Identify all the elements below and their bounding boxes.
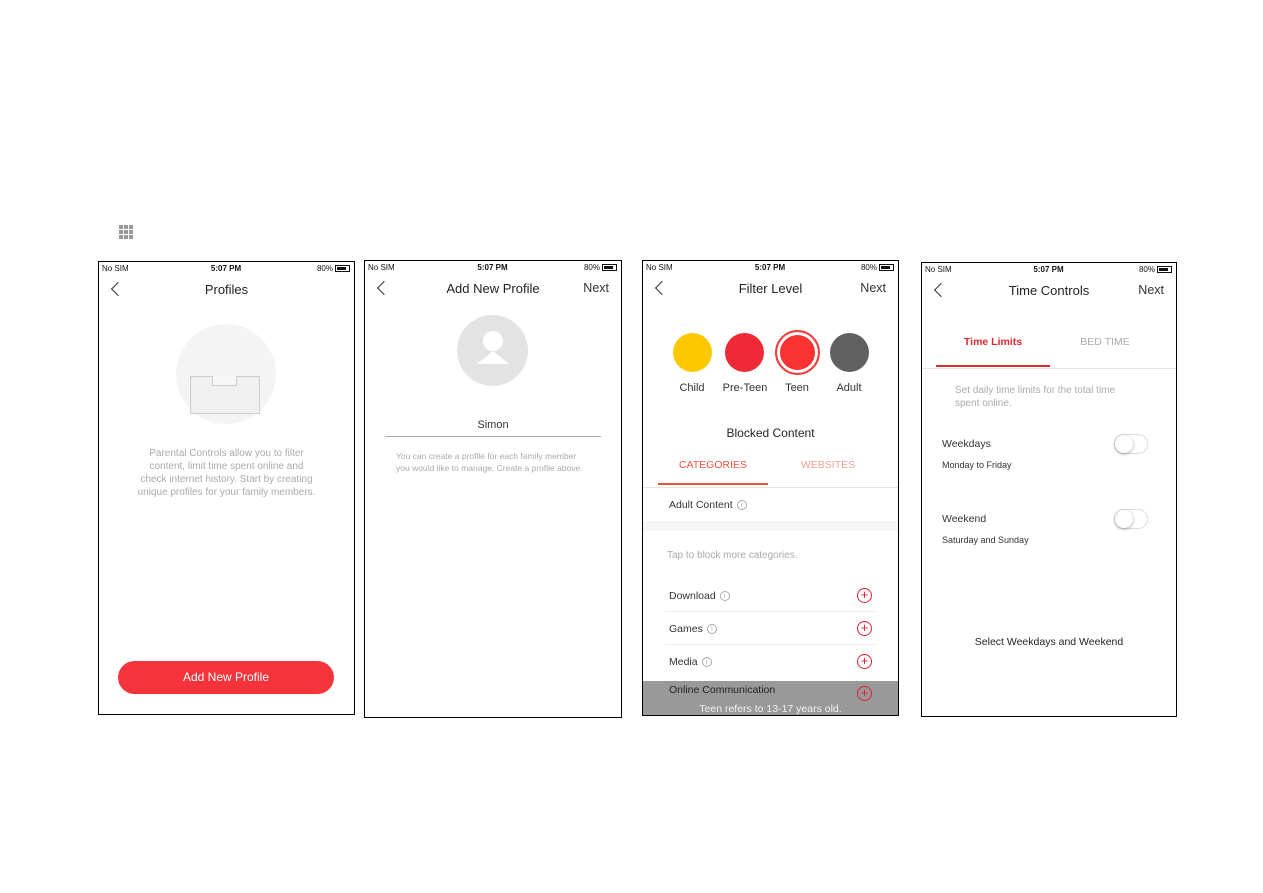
battery-icon [602, 264, 617, 271]
next-button[interactable]: Next [860, 281, 886, 295]
status-bar: No SIM 5:07 PM 80% [646, 263, 894, 273]
tab-websites[interactable]: WEBSITES [773, 459, 883, 471]
hint-text: Tap to block more categories. [667, 550, 798, 561]
weekdays-toggle[interactable] [1114, 434, 1148, 454]
add-online-communication-icon[interactable]: + [857, 686, 872, 701]
avatar[interactable] [457, 315, 528, 386]
add-games-icon[interactable]: + [857, 621, 872, 636]
battery-icon [1157, 266, 1172, 273]
category-games: Games i [669, 623, 717, 635]
level-adult[interactable] [830, 333, 869, 372]
section-title: Blocked Content [726, 426, 815, 440]
empty-inbox-illustration [176, 324, 276, 424]
status-bar: No SIM 5:07 PM 80% [102, 264, 350, 274]
info-icon[interactable]: i [736, 500, 747, 511]
category-download: Download i [669, 590, 730, 602]
description: Set daily time limits for the total time… [955, 385, 1116, 409]
info-icon[interactable]: i [706, 624, 717, 635]
tab-time-limits[interactable]: Time Limits [936, 336, 1050, 367]
add-download-icon[interactable]: + [857, 588, 872, 603]
blocked-adult-content: Adult Content i [669, 499, 747, 511]
add-profile-screen: No SIM 5:07 PM 80% Add New Profile Next Si… [364, 260, 622, 718]
name-input[interactable]: Simon [385, 419, 601, 437]
grid-icon [119, 225, 133, 239]
toast-text: Teen refers to 13-17 years old. [699, 703, 842, 715]
info-icon[interactable]: i [701, 657, 712, 668]
level-pre-teen[interactable] [725, 333, 764, 372]
footer-text: Select Weekdays and Weekend [974, 636, 1124, 648]
category-media: Media i [669, 656, 712, 668]
tab-categories[interactable]: CATEGORIES [658, 459, 768, 485]
hint-text: You can create a profile for each family… [396, 451, 583, 473]
profiles-screen: No SIM 5:07 PM 80% Profiles Parental Contr… [98, 261, 355, 715]
info-icon[interactable]: i [719, 591, 730, 602]
time-controls-screen: No SIM 5:07 PM 80% Time Controls Next Time… [921, 262, 1177, 717]
weekend-toggle[interactable] [1114, 509, 1148, 529]
battery-icon [879, 264, 894, 271]
add-media-icon[interactable]: + [857, 654, 872, 669]
next-button[interactable]: Next [583, 281, 609, 295]
filter-level-screen: No SIM 5:07 PM 80% Filter Level Next Child… [642, 260, 899, 716]
next-button[interactable]: Next [1138, 283, 1164, 297]
level-teen[interactable] [775, 330, 820, 375]
level-child[interactable] [673, 333, 712, 372]
add-new-profile-button[interactable]: Add New Profile [118, 661, 334, 694]
battery-icon [335, 265, 350, 272]
status-bar: No SIM 5:07 PM 80% [925, 265, 1172, 275]
tab-bed-time[interactable]: BED TIME [1050, 336, 1160, 348]
page-title: Profiles [204, 282, 249, 297]
status-bar: No SIM 5:07 PM 80% [368, 263, 617, 273]
description: Parental Controls allow you to filter co… [137, 448, 316, 498]
category-online-communication: Online Communication [669, 684, 776, 696]
